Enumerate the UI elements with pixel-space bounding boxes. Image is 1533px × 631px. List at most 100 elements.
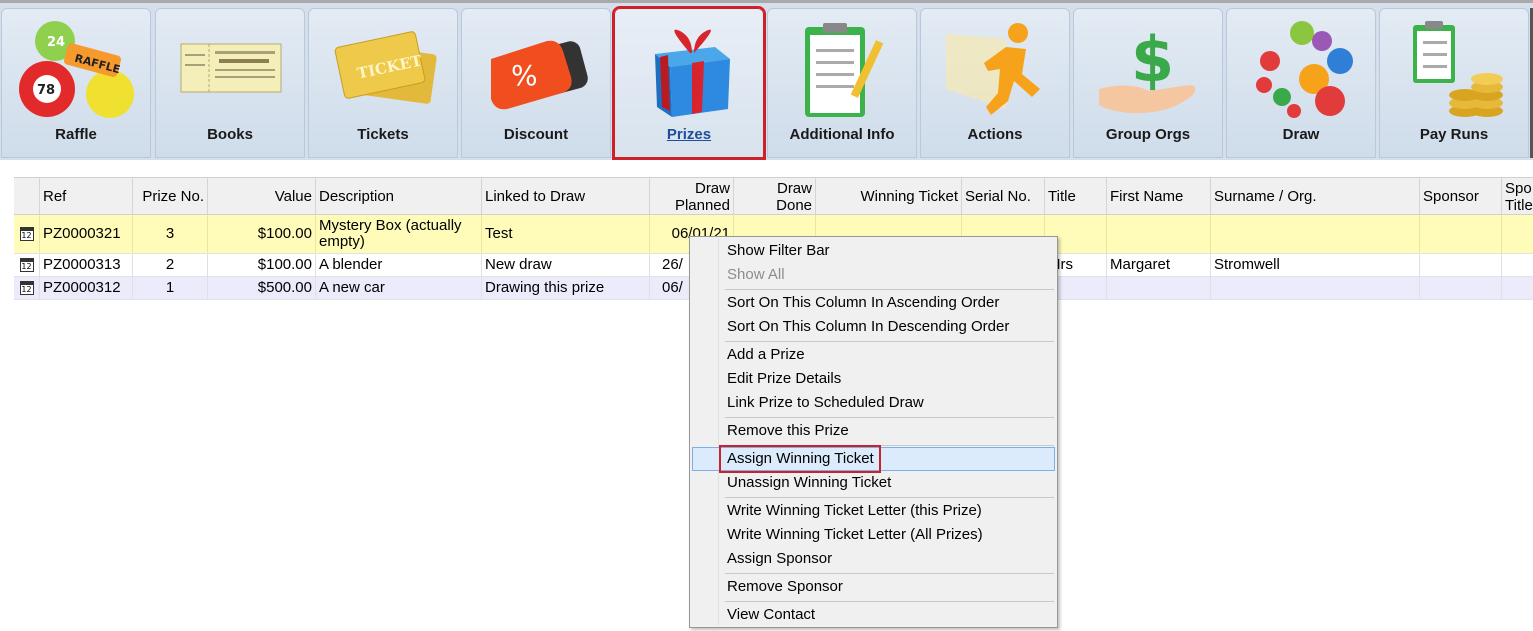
cell-sponsor[interactable] xyxy=(1420,277,1502,299)
cell-value[interactable]: $100.00 xyxy=(208,254,316,276)
checklist-coins-icon xyxy=(1413,21,1503,117)
cell-value[interactable]: $100.00 xyxy=(208,215,316,253)
ribbon-button-draw[interactable]: Draw xyxy=(1226,8,1376,158)
menu-item-add-prize[interactable]: Add a Prize xyxy=(692,343,1055,367)
header-prize-no[interactable]: Prize No. xyxy=(133,178,208,215)
cell-prize-no[interactable]: 3 xyxy=(133,215,208,253)
cell-prize-no[interactable]: 2 xyxy=(133,254,208,276)
header-ref[interactable]: Ref xyxy=(40,178,133,215)
header-first-name[interactable]: First Name xyxy=(1107,178,1211,215)
running-man-icon xyxy=(946,23,1040,115)
cell-ref[interactable]: PZ0000321 xyxy=(40,215,133,253)
header-winning-ticket[interactable]: Winning Ticket xyxy=(816,178,962,215)
menu-item-write-letter-this-prize[interactable]: Write Winning Ticket Letter (this Prize) xyxy=(692,499,1055,523)
header-title[interactable]: Title xyxy=(1045,178,1107,215)
ribbon-button-group-orgs[interactable]: $ Group Orgs xyxy=(1073,8,1223,158)
menu-separator xyxy=(725,601,1054,602)
ribbon-label: Group Orgs xyxy=(1105,126,1191,143)
menu-item-show-filter-bar[interactable]: Show Filter Bar xyxy=(692,239,1055,263)
grid-header: Ref Prize No. Value Description Linked t… xyxy=(14,177,1533,215)
ribbon-button-tickets[interactable]: TICKET Tickets xyxy=(308,8,458,158)
svg-text:%: % xyxy=(511,59,538,92)
ribbon-label: Discount xyxy=(503,126,569,143)
calendar-icon: 12 xyxy=(19,227,34,241)
cell-sponsor-title[interactable] xyxy=(1502,215,1533,253)
menu-separator xyxy=(725,573,1054,574)
cell-linked-to-draw[interactable]: Drawing this prize xyxy=(482,277,650,299)
menu-item-remove-prize[interactable]: Remove this Prize xyxy=(692,419,1055,443)
ribbon-button-raffle[interactable]: 24 RAFFLE 78 Raffle xyxy=(1,8,151,158)
cell-sponsor-title[interactable] xyxy=(1502,277,1533,299)
header-draw-planned[interactable]: Draw Planned xyxy=(650,178,734,215)
ribbon-label: Draw xyxy=(1282,126,1320,143)
cell-first-name[interactable]: Margaret xyxy=(1107,254,1211,276)
discount-tag-icon: % xyxy=(491,40,588,110)
menu-item-assign-sponsor[interactable]: Assign Sponsor xyxy=(692,547,1055,571)
ribbon-button-pay-runs[interactable]: Pay Runs xyxy=(1379,8,1529,158)
book-ticket-icon xyxy=(180,43,282,93)
cell-linked-to-draw[interactable]: Test xyxy=(482,215,650,253)
row-calendar-cell: 12 xyxy=(14,215,40,253)
menu-item-assign-winning-ticket[interactable]: Assign Winning Ticket xyxy=(692,445,1055,473)
header-surname[interactable]: Surname / Org. xyxy=(1211,178,1420,215)
menu-item-write-letter-all-prizes[interactable]: Write Winning Ticket Letter (All Prizes) xyxy=(692,523,1055,547)
cell-first-name[interactable] xyxy=(1107,215,1211,253)
cell-surname[interactable] xyxy=(1211,215,1420,253)
cell-prize-no[interactable]: 1 xyxy=(133,277,208,299)
calendar-icon: 12 xyxy=(19,258,34,272)
svg-text:24: 24 xyxy=(47,35,65,50)
raffle-balls-icon: 24 RAFFLE 78 xyxy=(19,21,134,118)
header-serial-no[interactable]: Serial No. xyxy=(962,178,1045,215)
ribbon-label: Prizes xyxy=(666,126,712,143)
header-linked-to-draw[interactable]: Linked to Draw xyxy=(482,178,650,215)
ribbon-label: Books xyxy=(207,126,253,143)
cell-ref[interactable]: PZ0000312 xyxy=(40,277,133,299)
ribbon-button-additional-info[interactable]: Additional Info xyxy=(767,8,917,158)
cell-sponsor[interactable] xyxy=(1420,215,1502,253)
menu-item-sort-descending[interactable]: Sort On This Column In Descending Order xyxy=(692,315,1055,339)
menu-item-show-all[interactable]: Show All xyxy=(692,263,1055,287)
ribbon-toolbar: 24 RAFFLE 78 Raffle Books TICKET Tickets… xyxy=(0,0,1533,160)
menu-separator xyxy=(725,417,1054,418)
cell-description[interactable]: A new car xyxy=(316,277,482,299)
menu-item-sort-ascending[interactable]: Sort On This Column In Ascending Order xyxy=(692,291,1055,315)
menu-item-edit-prize-details[interactable]: Edit Prize Details xyxy=(692,367,1055,391)
cell-linked-to-draw[interactable]: New draw xyxy=(482,254,650,276)
cell-sponsor[interactable] xyxy=(1420,254,1502,276)
clipboard-pencil-icon xyxy=(805,23,884,117)
header-indicator xyxy=(14,178,40,215)
header-sponsor-title[interactable]: Spo Title xyxy=(1502,178,1533,215)
ribbon-button-books[interactable]: Books xyxy=(155,8,305,158)
header-draw-done[interactable]: Draw Done xyxy=(734,178,816,215)
calendar-icon: 12 xyxy=(19,281,34,295)
cell-first-name[interactable] xyxy=(1107,277,1211,299)
hand-dollar-icon: $ xyxy=(1099,23,1196,114)
context-menu: Show Filter Bar Show All Sort On This Co… xyxy=(689,236,1058,628)
gift-box-icon xyxy=(655,29,730,117)
cell-sponsor-title[interactable] xyxy=(1502,254,1533,276)
menu-item-view-contact[interactable]: View Contact xyxy=(692,603,1055,627)
menu-item-link-prize-to-draw[interactable]: Link Prize to Scheduled Draw xyxy=(692,391,1055,415)
menu-item-remove-sponsor[interactable]: Remove Sponsor xyxy=(692,575,1055,599)
ribbon-button-discount[interactable]: % Discount xyxy=(461,8,611,158)
header-value[interactable]: Value xyxy=(208,178,316,215)
cell-description[interactable]: Mystery Box (actually empty) xyxy=(316,215,482,253)
cell-surname[interactable] xyxy=(1211,277,1420,299)
cell-ref[interactable]: PZ0000313 xyxy=(40,254,133,276)
ribbon-label: Raffle xyxy=(55,126,97,143)
ribbon-button-prizes[interactable]: Prizes xyxy=(612,6,766,160)
svg-text:78: 78 xyxy=(37,83,55,98)
ribbon-label: Actions xyxy=(967,126,1023,143)
header-description[interactable]: Description xyxy=(316,178,482,215)
cell-surname[interactable]: Stromwell xyxy=(1211,254,1420,276)
menu-separator xyxy=(725,341,1054,342)
ribbon-label: Tickets xyxy=(357,126,409,143)
cell-value[interactable]: $500.00 xyxy=(208,277,316,299)
menu-item-unassign-winning-ticket[interactable]: Unassign Winning Ticket xyxy=(692,471,1055,495)
header-sponsor[interactable]: Sponsor xyxy=(1420,178,1502,215)
highlight-box xyxy=(719,445,881,473)
cell-description[interactable]: A blender xyxy=(316,254,482,276)
svg-text:$: $ xyxy=(1131,23,1174,96)
row-calendar-cell: 12 xyxy=(14,254,40,276)
ribbon-button-actions[interactable]: Actions xyxy=(920,8,1070,158)
